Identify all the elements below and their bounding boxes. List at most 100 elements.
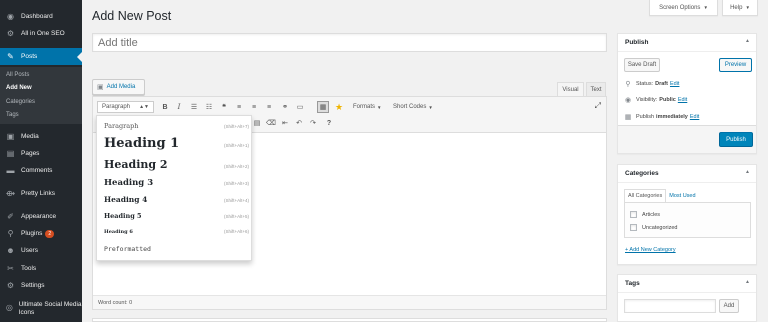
format-option-label: Heading 1 [104,136,180,151]
submenu-all-posts[interactable]: All Posts [6,72,29,78]
publish-header[interactable]: Publish ▲ [618,34,756,52]
add-tag-button[interactable]: Add [719,299,739,313]
publish-title: Publish [625,39,649,46]
fullscreen-icon[interactable]: ⤢ [595,101,601,111]
undo-icon[interactable]: ↶ [293,117,305,129]
publish-button[interactable]: Publish [719,132,753,147]
menu-pretty-links[interactable]: ⟴ Pretty Links [0,186,82,201]
align-right-icon[interactable]: ≡ [263,101,275,113]
page-title: Add New Post [92,9,172,23]
help-button[interactable]: Help ▼ [722,0,758,16]
add-new-category-link[interactable]: + Add New Category [625,247,676,253]
word-count: Word count: 0 [98,299,133,306]
format-option-heading-4[interactable]: Heading 4 (Shift+Alt+4) [104,195,249,204]
collapse-arrow-icon[interactable]: ▲ [745,38,750,44]
add-media-button[interactable]: ▣ Add Media [92,79,145,95]
menu-posts-label: Posts [21,53,38,60]
help-circle-icon[interactable]: ? [323,117,335,129]
categories-tabs: All Categories Most Used [624,189,699,202]
format-option-label: Heading 2 [104,158,168,171]
bullet-list-icon[interactable]: ☰ [188,101,200,113]
edit-status-link[interactable]: Edit [670,81,679,87]
category-checklist: Articles Uncategorized [624,202,751,238]
tab-most-used[interactable]: Most Used [666,189,698,202]
visibility-label: Visibility: [636,97,658,103]
save-draft-button[interactable]: Save Draft [624,58,660,72]
preview-button[interactable]: Preview [719,58,752,72]
outdent-icon[interactable]: ⇤ [279,117,291,129]
read-more-icon[interactable]: ▭ [294,101,306,113]
tab-visual[interactable]: Visual [557,82,584,96]
post-title-input[interactable] [92,33,607,52]
menu-settings[interactable]: ⚙ Settings [0,278,82,293]
screen-options-button[interactable]: Screen Options ▼ [649,0,718,16]
new-tag-input[interactable] [624,299,716,313]
align-center-icon[interactable]: ≡ [248,101,260,113]
tab-all-categories[interactable]: All Categories [624,189,667,202]
edit-visibility-link[interactable]: Edit [678,97,687,103]
format-option-heading-5[interactable]: Heading 5 (Shift+Alt+5) [104,212,249,220]
menu-pages[interactable]: ▤ Pages [0,146,82,161]
format-dropdown-menu: Paragraph (Shift+Alt+7) Heading 1 (Shift… [96,115,252,261]
chevron-down-icon: ▼ [745,5,750,10]
menu-all-in-one-seo[interactable]: ⚙ All in One SEO [0,26,82,41]
collapse-arrow-icon[interactable]: ▲ [745,169,750,175]
paste-text-icon[interactable]: ▤ [251,117,263,129]
tags-header[interactable]: Tags ▲ [618,275,756,293]
format-option-shortcut: (Shift+Alt+3) [223,181,249,186]
category-checkbox[interactable] [630,224,637,231]
blockquote-icon[interactable]: ❝ [218,101,230,113]
shortcodes-dropdown[interactable]: Short Codes ▼ [393,101,433,113]
tab-text[interactable]: Text [586,82,606,96]
categories-header[interactable]: Categories ▲ [618,165,756,183]
menu-media[interactable]: ▣ Media [0,129,82,144]
format-option-shortcut: (Shift+Alt+6) [223,229,249,234]
numbered-list-icon[interactable]: ☷ [203,101,215,113]
menu-plugins-label: Plugins [21,230,43,237]
menu-users[interactable]: ☻ Users [0,243,82,258]
redo-icon[interactable]: ↷ [307,117,319,129]
format-option-label: Heading 4 [104,195,148,204]
link-icon[interactable]: ⚭ [279,101,291,113]
category-checkbox[interactable] [630,211,637,218]
format-option-label: Heading 3 [104,178,154,188]
posts-submenu: All Posts Add New Categories Tags [0,67,82,124]
edit-date-link[interactable]: Edit [690,114,699,120]
collapse-arrow-icon[interactable]: ▲ [745,279,750,285]
menu-pretty-links-label: Pretty Links [21,190,55,197]
menu-posts[interactable]: ✎ Posts [0,48,82,65]
toolbar-toggle-icon[interactable]: ▦ [317,101,329,113]
format-option-heading-3[interactable]: Heading 3 (Shift+Alt+3) [104,178,249,188]
format-option-shortcut: (Shift+Alt+1) [223,143,249,148]
italic-button[interactable]: I [173,101,185,113]
star-icon[interactable]: ★ [333,101,345,113]
align-left-icon[interactable]: ≡ [233,101,245,113]
format-select[interactable]: Paragraph ▲▼ [97,101,154,113]
menu-dashboard[interactable]: ◉ Dashboard [0,9,82,24]
pin-icon: ⚲ [625,81,631,88]
format-option-heading-1[interactable]: Heading 1 (Shift+Alt+1) [104,136,249,151]
eye-icon: ◉ [624,97,632,104]
menu-plugins[interactable]: ⚲ Plugins 2 [0,226,82,241]
tools-wrench-icon: ✂ [7,264,14,273]
menu-appearance[interactable]: ✐ Appearance [0,209,82,224]
format-option-heading-6[interactable]: Heading 6 (Shift+Alt+6) [104,229,249,235]
bold-button[interactable]: B [159,101,171,113]
format-option-shortcut: (Shift+Alt+5) [223,214,249,219]
submenu-categories[interactable]: Categories [6,99,35,105]
category-item[interactable]: Articles [630,211,660,218]
format-option-preformatted[interactable]: Preformatted [104,245,249,253]
format-option-heading-2[interactable]: Heading 2 (Shift+Alt+2) [104,158,249,171]
clear-format-icon[interactable]: ⌫ [265,117,277,129]
category-item[interactable]: Uncategorized [630,224,677,231]
format-option-paragraph[interactable]: Paragraph (Shift+Alt+7) [104,122,249,130]
menu-tools[interactable]: ✂ Tools [0,261,82,276]
submenu-add-new[interactable]: Add New [6,85,32,91]
submenu-tags[interactable]: Tags [6,112,19,118]
menu-comments[interactable]: ▬ Comments [0,163,82,178]
visibility-value: Public [659,97,676,103]
formats-dropdown[interactable]: Formats ▼ [353,101,381,113]
menu-ultimate-social-media-icons[interactable]: ◎ Ultimate Social Media Icons [0,298,82,320]
publish-date-row: ▦ Publish immediately Edit [624,113,700,121]
plugins-icon: ⚲ [7,229,14,238]
